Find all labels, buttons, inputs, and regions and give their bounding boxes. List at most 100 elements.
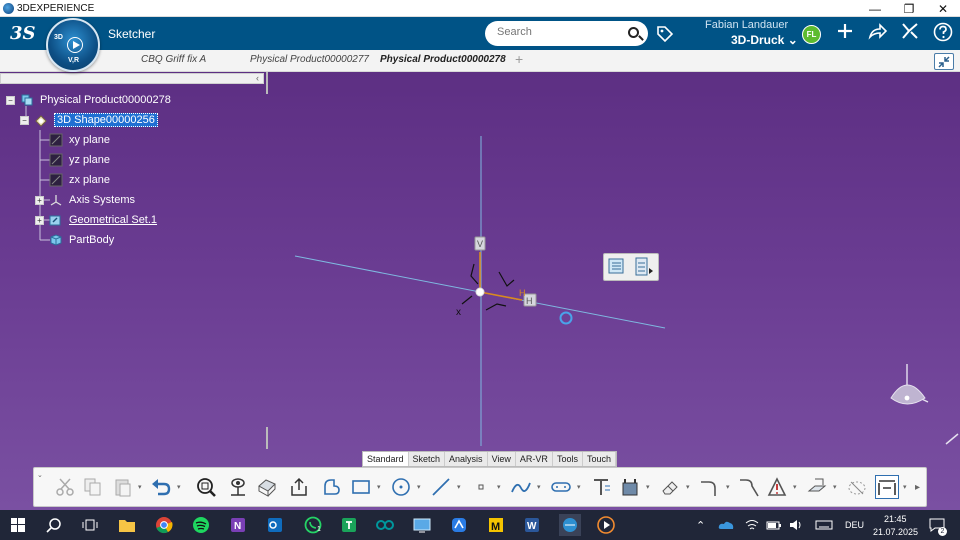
search-box[interactable] — [485, 21, 648, 46]
circle-icon[interactable] — [388, 474, 414, 500]
play-icon[interactable] — [67, 37, 83, 53]
intersection-icon[interactable] — [844, 474, 870, 500]
profile-icon[interactable] — [320, 474, 346, 500]
add-tab-button[interactable]: + — [515, 51, 523, 67]
close-button[interactable]: ✕ — [926, 0, 960, 17]
windows-start-icon[interactable] — [8, 515, 28, 535]
tree-root[interactable]: − Physical Product00000278 — [6, 93, 171, 107]
tree-toggle-shape[interactable]: − — [20, 115, 29, 125]
app-yellow-icon[interactable]: M — [486, 515, 506, 535]
tree-toggle-root[interactable]: − — [6, 95, 15, 105]
view-mode-icon[interactable] — [254, 474, 280, 500]
avatar[interactable]: FL — [802, 25, 821, 44]
tree-toggle-axis[interactable]: + — [35, 195, 44, 205]
spotify-icon[interactable] — [191, 515, 211, 535]
undo-dropdown-icon[interactable]: ▾ — [177, 483, 181, 491]
tree-toggle-geoset[interactable]: + — [35, 215, 44, 225]
sketch-canvas[interactable]: V H H x — [0, 72, 960, 510]
tab-ar-vr[interactable]: AR-VR — [516, 452, 553, 466]
onedrive-icon[interactable] — [716, 515, 736, 535]
undo-icon[interactable] — [148, 474, 174, 500]
copy-icon[interactable] — [80, 474, 106, 500]
battery-icon[interactable] — [764, 515, 784, 535]
app-blue-icon[interactable] — [449, 515, 469, 535]
constraint-icon[interactable] — [764, 474, 790, 500]
tree-shape[interactable]: − 3D Shape00000256 — [20, 113, 158, 127]
tab-tools[interactable]: Tools — [553, 452, 583, 466]
slot-icon[interactable] — [548, 474, 574, 500]
corner-icon[interactable] — [697, 474, 723, 500]
tab-sketch[interactable]: Sketch — [409, 452, 446, 466]
dimension-icon[interactable] — [874, 474, 900, 500]
exit-sketch-icon[interactable] — [608, 258, 624, 274]
corner-dropdown-icon[interactable]: ▾ — [726, 483, 730, 491]
restore-button[interactable]: ❐ — [892, 0, 926, 17]
tab-standard[interactable]: Standard — [363, 452, 409, 466]
tab-cbq-griff[interactable]: CBQ Griff fix A — [141, 54, 206, 65]
tree-item-geometrical-set[interactable]: + Geometrical Set.1 — [35, 213, 157, 227]
cut-icon[interactable] — [52, 474, 78, 500]
clock-date[interactable]: 21.07.2025 — [873, 527, 918, 537]
keyboard-icon[interactable] — [814, 515, 834, 535]
outlook-icon[interactable] — [265, 515, 285, 535]
line-icon[interactable] — [428, 474, 454, 500]
export-icon[interactable] — [286, 474, 312, 500]
construction-dropdown-icon[interactable]: ▾ — [646, 483, 650, 491]
tab-analysis[interactable]: Analysis — [445, 452, 488, 466]
more-tools-button[interactable]: ▸ — [915, 482, 920, 493]
search-input[interactable] — [497, 26, 617, 38]
construction-icon[interactable] — [617, 474, 643, 500]
tree-item-yz-plane[interactable]: yz plane — [49, 153, 110, 167]
plus-icon[interactable] — [836, 22, 854, 46]
3d-viewport[interactable]: ‹ V H H x − Physical Product00000278 − 3… — [0, 72, 960, 510]
project-icon[interactable] — [804, 474, 830, 500]
dimension-dropdown-icon[interactable]: ▾ — [903, 483, 907, 491]
tab-physical-product-278[interactable]: Physical Product00000278 — [380, 54, 506, 65]
tray-overflow-icon[interactable]: ⌃ — [696, 519, 705, 532]
look-at-icon[interactable] — [225, 474, 251, 500]
media-player-icon[interactable] — [596, 515, 616, 535]
text-icon[interactable] — [588, 474, 614, 500]
expand-viewer-button[interactable] — [934, 53, 954, 70]
eraser-icon[interactable] — [657, 474, 683, 500]
3dexperience-taskbar-icon[interactable] — [559, 514, 581, 536]
fit-all-icon[interactable] — [193, 474, 219, 500]
point-icon[interactable] — [468, 474, 494, 500]
compass-widget[interactable]: 3D V,R — [46, 18, 100, 72]
tab-physical-product-277[interactable]: Physical Product00000277 — [250, 54, 369, 65]
remote-desktop-icon[interactable] — [412, 515, 432, 535]
volume-icon[interactable] — [786, 515, 806, 535]
arduino-icon[interactable] — [375, 515, 395, 535]
view-triad-icon[interactable] — [890, 364, 929, 405]
tenant-selector[interactable]: 3D-Druck ⌄ — [731, 33, 798, 47]
ds-logo-icon[interactable]: 3S — [10, 23, 36, 44]
constraint-dropdown-icon[interactable]: ▾ — [793, 483, 797, 491]
tree-item-zx-plane[interactable]: zx plane — [49, 173, 110, 187]
tools-icon[interactable] — [900, 22, 920, 46]
user-name[interactable]: Fabian Landauer — [705, 19, 788, 31]
search-icon[interactable] — [628, 27, 639, 38]
tree-item-partbody[interactable]: PartBody — [49, 233, 114, 247]
minimize-button[interactable]: — — [858, 0, 892, 17]
rectangle-icon[interactable] — [348, 474, 374, 500]
slot-dropdown-icon[interactable]: ▾ — [577, 483, 581, 491]
search-icon[interactable] — [44, 515, 64, 535]
paste-dropdown-icon[interactable]: ▾ — [138, 483, 142, 491]
action-bar-menu-icon[interactable]: ⌄ — [37, 471, 43, 479]
tree-item-axis-systems[interactable]: + Axis Systems — [35, 193, 135, 207]
clock-time[interactable]: 21:45 — [884, 514, 907, 524]
line-dropdown-icon[interactable]: ▾ — [457, 483, 461, 491]
teams-icon[interactable] — [339, 515, 359, 535]
fillet-icon[interactable] — [736, 474, 762, 500]
eraser-dropdown-icon[interactable]: ▾ — [686, 483, 690, 491]
share-icon[interactable] — [868, 22, 888, 46]
point-dropdown-icon[interactable]: ▾ — [497, 483, 501, 491]
paste-icon[interactable] — [110, 474, 136, 500]
wifi-icon[interactable] — [742, 515, 762, 535]
task-view-icon[interactable] — [80, 515, 100, 535]
language-indicator[interactable]: DEU — [845, 520, 864, 530]
file-explorer-icon[interactable] — [117, 515, 137, 535]
tab-view[interactable]: View — [488, 452, 516, 466]
tree-item-xy-plane[interactable]: xy plane — [49, 133, 110, 147]
project-dropdown-icon[interactable]: ▾ — [833, 483, 837, 491]
